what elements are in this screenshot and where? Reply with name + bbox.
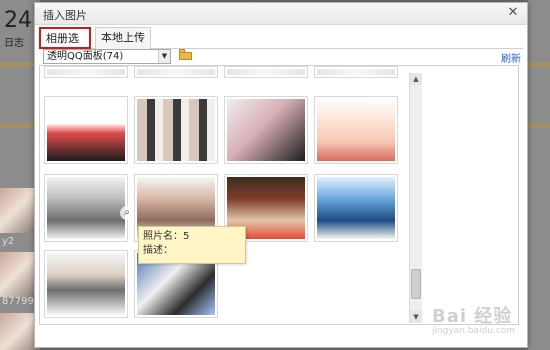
background-day: 24 — [4, 8, 32, 33]
photo-thumb — [227, 69, 305, 75]
photo-item[interactable] — [44, 174, 128, 242]
photo-thumb — [317, 177, 395, 239]
photo-thumb — [47, 99, 125, 161]
tooltip-desc-label: 描述： — [143, 245, 173, 256]
photo-thumb — [317, 99, 395, 161]
photo-thumb — [227, 99, 305, 161]
folder-icon[interactable] — [179, 49, 192, 60]
photo-item[interactable] — [44, 66, 128, 78]
close-icon[interactable]: ✕ — [505, 5, 521, 21]
photo-item[interactable] — [224, 66, 308, 78]
chevron-down-icon[interactable]: ▼ — [158, 50, 170, 63]
album-select[interactable]: 透明QQ面板(74) ▼ — [43, 49, 171, 64]
photo-thumb — [317, 69, 395, 75]
photo-grid-scrollbar[interactable]: ▲ ▼ — [409, 73, 422, 323]
photo-item[interactable] — [134, 66, 218, 78]
photo-item[interactable] — [224, 96, 308, 164]
scroll-up-icon[interactable]: ▲ — [410, 73, 422, 85]
background-left-mark: y2 — [2, 236, 15, 247]
dialog-tabs: 相册选择 本地上传 — [39, 27, 523, 65]
photo-item[interactable] — [314, 66, 398, 78]
tab-album-select[interactable]: 相册选择 — [39, 27, 91, 65]
dialog-titlebar: 插入图片 ✕ — [35, 3, 527, 25]
photo-thumb — [47, 253, 125, 315]
photo-thumb — [47, 69, 125, 75]
watermark-logo: Bai 经验 — [432, 306, 513, 327]
photo-grid: ⌕ 照片名：5 描述： — [39, 65, 519, 325]
photo-item[interactable] — [314, 174, 398, 242]
tooltip-name-row: 照片名：5 — [143, 230, 241, 244]
tooltip-name-label: 照片名： — [143, 231, 183, 242]
watermark-url: jingyan.baidu.com — [432, 326, 516, 336]
photo-thumb — [137, 99, 215, 161]
photo-thumb — [137, 69, 215, 75]
scrollbar-thumb[interactable] — [411, 269, 421, 299]
baidu-jingyan-watermark: Bai 经验 jingyan.baidu.com — [432, 302, 522, 342]
refresh-link[interactable]: 刷新 — [501, 50, 521, 65]
background-right-stripe — [528, 123, 550, 128]
photo-item-hovered[interactable] — [134, 96, 218, 164]
insert-image-dialog: 插入图片 ✕ 相册选择 本地上传 透明QQ面板(74) ▼ 刷新 ⌕ — [34, 2, 528, 348]
background-right-column — [528, 0, 550, 350]
tooltip-name-value: 5 — [183, 231, 190, 242]
tooltip-desc-row: 描述： — [143, 244, 241, 258]
background-day-label: 日志 — [4, 38, 24, 49]
photo-item[interactable] — [44, 96, 128, 164]
photo-item[interactable] — [314, 96, 398, 164]
dialog-toolbar: 透明QQ面板(74) ▼ 刷新 — [39, 49, 523, 65]
background-right-stripe — [528, 62, 550, 67]
dialog-title: 插入图片 — [43, 9, 87, 22]
album-select-value: 透明QQ面板(74) — [47, 51, 124, 62]
photo-thumb — [47, 177, 125, 239]
scroll-down-icon[interactable]: ▼ — [410, 311, 422, 323]
photo-item[interactable] — [44, 250, 128, 318]
zoom-icon[interactable]: ⌕ — [120, 206, 134, 220]
photo-tooltip: 照片名：5 描述： — [138, 226, 246, 264]
tab-local-upload[interactable]: 本地上传 — [95, 27, 151, 49]
folder-icon-body — [179, 52, 192, 60]
